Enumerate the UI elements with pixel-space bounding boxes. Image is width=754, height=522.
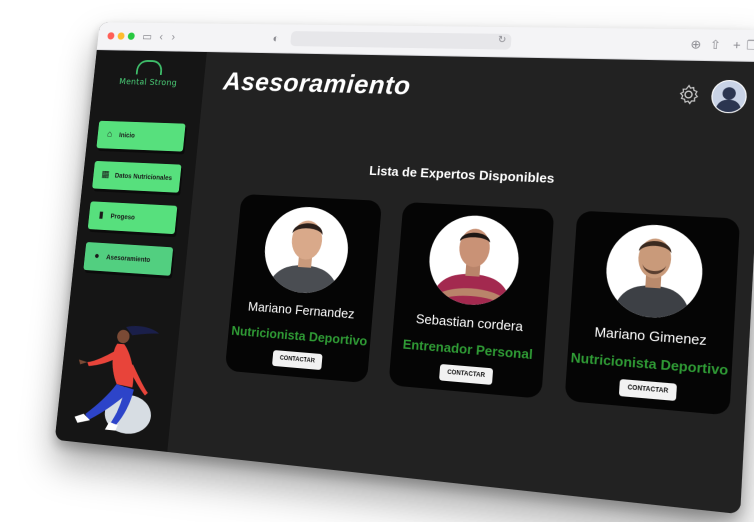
- sidebar-item-asesoramiento[interactable]: ● Asesoramiento: [83, 241, 174, 276]
- sidebar-item-inicio[interactable]: ⌂ Inicio: [96, 120, 186, 152]
- sidebar-item-label: Progeso: [110, 213, 136, 221]
- contact-button[interactable]: CONTACTAR: [271, 350, 323, 371]
- expert-photo: [603, 222, 705, 321]
- user-avatar[interactable]: [710, 79, 748, 114]
- downloads-icon[interactable]: ⊕: [690, 35, 702, 53]
- sidebar-item-label: Asesoramiento: [105, 254, 151, 264]
- expert-role: Entrenador Personal: [402, 336, 534, 363]
- sidebar-item-label: Inicio: [118, 131, 136, 140]
- main-content: Asesoramiento Lista de Expertos Disponib…: [167, 52, 754, 515]
- expert-name: Sebastian cordera: [415, 311, 524, 335]
- maximize-window-button[interactable]: [127, 32, 136, 40]
- expert-name: Mariano Fernandez: [247, 298, 356, 322]
- user-avatar-icon: [714, 87, 743, 113]
- privacy-shield-icon: ◐: [272, 31, 280, 45]
- expert-photo-image: [612, 237, 693, 321]
- close-window-button[interactable]: [107, 32, 115, 40]
- expert-photo: [261, 204, 352, 296]
- logo-icon: [135, 59, 164, 75]
- expert-role: Nutricionista Deportivo: [230, 323, 368, 349]
- home-icon: ⌂: [106, 129, 113, 140]
- expert-name: Mariano Gimenez: [593, 323, 708, 349]
- contact-button[interactable]: CONTACTAR: [439, 363, 494, 385]
- contact-button[interactable]: CONTACTAR: [618, 378, 677, 401]
- minimize-window-button[interactable]: [117, 32, 125, 40]
- back-icon[interactable]: ‹: [159, 28, 164, 44]
- stage: ▭ ‹ › ◐ ↻ ⊕ ⇧ + ❐ Mental Strong ⌂ Inicio…: [0, 0, 754, 522]
- bar-chart-icon: ▮: [98, 210, 105, 221]
- sidebar-item-label: Datos Nutricionales: [114, 172, 173, 182]
- sidebar-toggle-icon[interactable]: ▭: [141, 28, 153, 44]
- forward-icon[interactable]: ›: [171, 29, 176, 45]
- reload-icon[interactable]: ↻: [497, 35, 506, 46]
- section-title: Lista de Expertos Disponibles: [368, 163, 555, 186]
- page-title: Asesoramiento: [222, 67, 412, 101]
- sidebar-item-progeso[interactable]: ▮ Progeso: [87, 201, 178, 235]
- calculator-icon: ▦: [100, 169, 111, 180]
- exercise-illustration: [73, 325, 160, 437]
- expert-photo-image: [266, 219, 341, 296]
- expert-photo-image: [430, 227, 514, 308]
- expert-card: Mariano Gimenez Nutricionista Deportivo …: [564, 210, 741, 416]
- expert-photo: [426, 213, 522, 308]
- new-tab-icon[interactable]: +: [732, 36, 742, 55]
- share-icon[interactable]: ⇧: [709, 36, 721, 55]
- expert-shirt: [612, 283, 693, 321]
- expert-shirt: [266, 263, 341, 296]
- expert-card: Mariano Fernandez Nutricionista Deportiv…: [224, 193, 383, 384]
- browser-window: ▭ ‹ › ◐ ↻ ⊕ ⇧ + ❐ Mental Strong ⌂ Inicio…: [54, 22, 754, 515]
- apple-icon: ●: [93, 250, 100, 262]
- tab-overview-icon[interactable]: ❐: [746, 36, 754, 55]
- sidebar-item-datos-nutricionales[interactable]: ▦ Datos Nutricionales: [92, 160, 182, 193]
- app-logo[interactable]: Mental Strong: [93, 59, 206, 89]
- address-bar[interactable]: ↻: [290, 31, 512, 50]
- expert-card: Sebastian cordera Entrenador Personal CO…: [388, 201, 555, 399]
- expert-role: Nutricionista Deportivo: [570, 349, 729, 379]
- logo-text: Mental Strong: [118, 77, 178, 89]
- gear-icon[interactable]: [676, 83, 701, 106]
